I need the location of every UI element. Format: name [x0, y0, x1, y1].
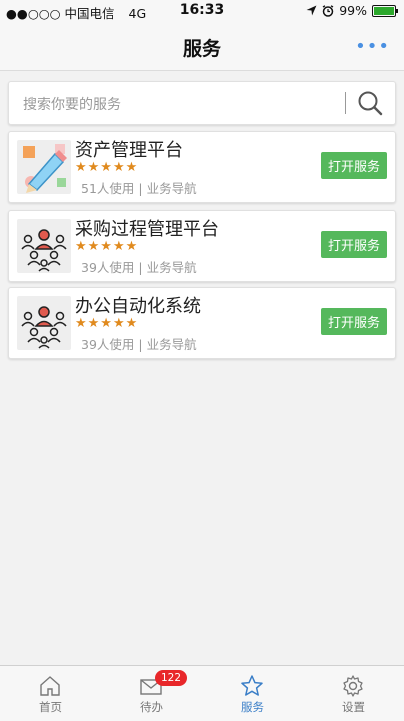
service-list-area: 搜索你要的服务 资产管理平台 ★★★★★ 51人使用 | 业务导航 打开服务 采… — [0, 71, 404, 665]
battery-fill — [374, 6, 394, 15]
search-divider — [345, 92, 346, 114]
rating-stars: ★★★★★ — [75, 239, 139, 254]
battery-icon — [372, 4, 398, 17]
service-meta: 51人使用 | 业务导航 — [81, 178, 197, 197]
tab-todo[interactable]: 122 待办 — [101, 666, 202, 721]
tab-bar: 首页 122 待办 服务 设置 — [0, 665, 404, 721]
open-service-button[interactable]: 打开服务 — [321, 231, 387, 258]
tab-label: 待办 — [140, 700, 163, 714]
nav-bar: 服务 ••• — [0, 22, 404, 71]
tab-label: 设置 — [342, 700, 365, 714]
search-box[interactable]: 搜索你要的服务 — [8, 81, 396, 125]
rating-stars: ★★★★★ — [75, 160, 139, 175]
open-service-button[interactable]: 打开服务 — [321, 152, 387, 179]
service-card[interactable]: 办公自动化系统 ★★★★★ 39人使用 | 业务导航 打开服务 — [8, 287, 396, 359]
battery-percent: 99% — [339, 3, 367, 18]
service-category: 业务导航 — [146, 260, 197, 275]
alarm-icon — [322, 4, 334, 17]
usage-count: 51人使用 — [81, 181, 135, 196]
status-right: 99% — [306, 3, 398, 18]
service-card[interactable]: 采购过程管理平台 ★★★★★ 39人使用 | 业务导航 打开服务 — [8, 210, 396, 282]
service-card[interactable]: 资产管理平台 ★★★★★ 51人使用 | 业务导航 打开服务 — [8, 131, 396, 203]
star-icon — [241, 675, 263, 696]
search-input[interactable]: 搜索你要的服务 — [23, 94, 121, 114]
tab-label: 首页 — [39, 700, 62, 714]
people-network-icon — [17, 219, 71, 273]
home-icon — [40, 676, 60, 696]
status-bar: ●●○○○ 中国电信 4G 16:33 99% — [0, 0, 404, 22]
tab-label: 服务 — [241, 700, 264, 714]
tab-settings[interactable]: 设置 — [303, 666, 404, 721]
more-options-button[interactable]: ••• — [355, 36, 390, 57]
rating-stars: ★★★★★ — [75, 316, 139, 331]
search-icon[interactable] — [357, 90, 383, 116]
service-name: 资产管理平台 — [75, 140, 183, 161]
service-meta: 39人使用 | 业务导航 — [81, 257, 197, 276]
gear-icon — [343, 675, 363, 697]
open-service-button[interactable]: 打开服务 — [321, 308, 387, 335]
location-arrow-icon — [306, 5, 317, 16]
todo-count-badge: 122 — [155, 670, 187, 686]
usage-count: 39人使用 — [81, 337, 135, 352]
tab-services[interactable]: 服务 — [202, 666, 303, 721]
tab-home[interactable]: 首页 — [0, 666, 101, 721]
service-category: 业务导航 — [146, 181, 197, 196]
pencil-icon — [17, 140, 71, 194]
service-name: 采购过程管理平台 — [75, 219, 219, 240]
page-title: 服务 — [182, 38, 221, 60]
service-category: 业务导航 — [146, 337, 197, 352]
meta-separator: | — [138, 337, 147, 352]
usage-count: 39人使用 — [81, 260, 135, 275]
people-network-icon — [17, 296, 71, 350]
meta-separator: | — [138, 260, 147, 275]
service-name: 办公自动化系统 — [75, 296, 201, 317]
meta-separator: | — [138, 181, 147, 196]
service-meta: 39人使用 | 业务导航 — [81, 334, 197, 353]
